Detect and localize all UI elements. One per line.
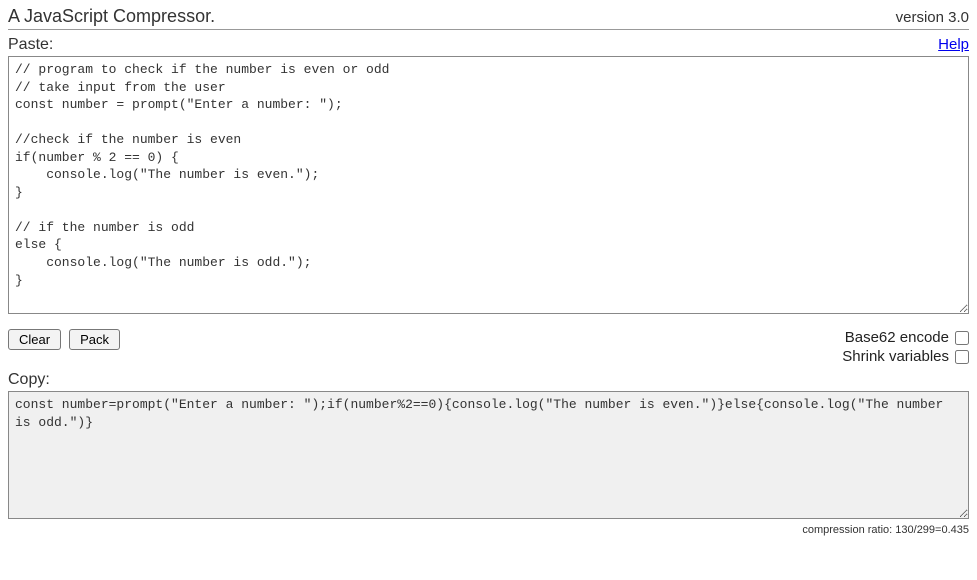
paste-label-row: Paste: Help [8, 36, 969, 54]
paste-textarea[interactable] [8, 56, 969, 314]
pack-button[interactable]: Pack [69, 329, 120, 350]
base62-option: Base62 encode [842, 329, 969, 346]
app-title: A JavaScript Compressor. [8, 6, 215, 27]
options-group: Base62 encode Shrink variables [842, 329, 969, 367]
clear-button[interactable]: Clear [8, 329, 61, 350]
button-group: Clear Pack [8, 329, 120, 350]
paste-label: Paste: [8, 36, 53, 54]
base62-checkbox[interactable] [955, 331, 969, 345]
version-label: version 3.0 [896, 9, 969, 26]
controls-row: Clear Pack Base62 encode Shrink variable… [8, 329, 969, 367]
help-link[interactable]: Help [938, 36, 969, 53]
copy-label: Copy: [8, 371, 969, 389]
shrink-label[interactable]: Shrink variables [842, 348, 949, 365]
base62-label[interactable]: Base62 encode [845, 329, 949, 346]
shrink-checkbox[interactable] [955, 350, 969, 364]
shrink-option: Shrink variables [842, 348, 969, 365]
copy-label-row: Copy: [8, 371, 969, 389]
copy-textarea[interactable] [8, 391, 969, 519]
header: A JavaScript Compressor. version 3.0 [8, 6, 969, 30]
compression-ratio: compression ratio: 130/299=0.435 [8, 524, 969, 536]
